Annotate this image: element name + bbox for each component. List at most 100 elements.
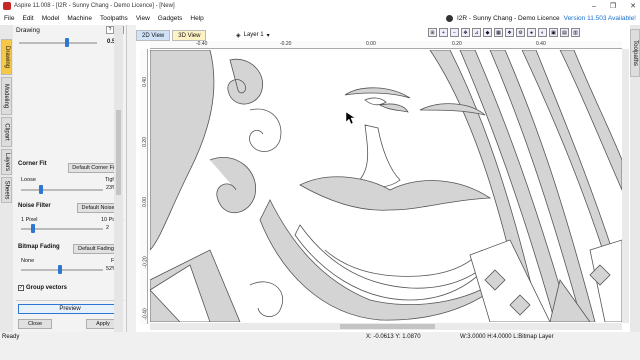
tab-drawing[interactable]: Drawing [1,39,12,75]
slider-track [19,42,97,44]
cursor-icon [345,111,356,125]
pan-icon[interactable]: ✥ [461,28,470,37]
corner-fit-title: Corner Fit [18,161,47,167]
tab-clipart[interactable]: Clipart [1,117,12,147]
ruler-h-tick: -0.40 [196,41,208,47]
h-scroll-thumb[interactable] [340,324,435,329]
horizontal-scrollbar[interactable] [150,323,622,330]
ruler-h-tick: 0.40 [536,41,546,47]
zoom-in-icon[interactable]: + [439,28,448,37]
view-toolbar: ⊞ + − ✥ ⊿ ◆ ▦ ❖ ⚙ ● ◐ ▣ ▤ ▥ [428,28,580,40]
fading-none-label: None [21,258,35,264]
fading-track [21,269,103,271]
vertical-scrollbar[interactable] [622,49,629,323]
ruler-v-tick: -0.20 [142,256,149,268]
layer-icon: ◈ [236,32,241,39]
menu-toolpaths[interactable]: Toolpaths [100,15,128,22]
close-button[interactable]: Close [18,319,52,329]
status-text: Ready [2,334,20,340]
threshold-slider[interactable]: 0.58 [19,38,119,48]
user-area: I2R - Sunny Chang - Demo Licence Version… [445,12,636,25]
help-icon[interactable]: ? [106,26,114,34]
layer-name: Layer 1 [243,32,264,38]
group-vectors-checkbox[interactable]: ✓ [18,285,24,291]
layers-icon[interactable]: ❖ [505,28,514,37]
view-tabs: 2D View 3D View [136,30,208,41]
user-name: I2R - Sunny Chang - Demo Licence [456,15,560,22]
window-title: Aspire 11.008 - [I2R - Sunny Chang - Dem… [14,3,175,9]
status-bar: Ready X: -0.0613 Y: 1.0870 W:3.0000 H:4.… [0,332,640,343]
tab-3d-view[interactable]: 3D View [172,30,207,41]
zoom-out-icon[interactable]: − [450,28,459,37]
menu-model[interactable]: Model [42,15,60,22]
user-icon [445,15,453,22]
noise-value: 2 [106,225,110,231]
default-fading-button[interactable]: Default Fading [73,244,119,254]
zoom-extents-icon[interactable]: ⊞ [428,28,437,37]
tab-sheets[interactable]: Sheets [1,177,12,203]
toolpath-icon[interactable]: ▣ [549,28,558,37]
default-corner-fit-button[interactable]: Default Corner Fit [68,163,120,173]
preview-button[interactable]: Preview [18,304,122,314]
bitmap-fading-title: Bitmap Fading [18,244,60,250]
ruler-v-tick: -0.40 [142,308,149,320]
cursor-coordinates: X: -0.0613 Y: 1.0870 [366,334,421,340]
right-tab-strip: Toolpaths [630,25,640,332]
ruler-h-tick: 0.00 [366,41,376,47]
panel-scroll-thumb[interactable] [116,110,121,195]
chevron-down-icon: ▾ [266,32,270,39]
tab-2d-view[interactable]: 2D View [136,30,171,41]
maximize-button[interactable]: ❐ [610,2,616,10]
drawing-panel: Drawing ? ▪ 0.58 Corner Fit Default Corn… [13,25,127,332]
group-vectors-row: ✓ Group vectors [18,285,67,291]
group-vectors-label: Group vectors [26,285,68,291]
menu-gadgets[interactable]: Gadgets [158,15,183,22]
panel-header: Drawing ? ▪ [13,25,126,36]
slider-thumb[interactable] [65,38,69,47]
corner-fit-loose-label: Loose [21,177,36,183]
noise-min-label: 1 Pixel [21,217,38,223]
measure-icon[interactable]: ⊿ [472,28,481,37]
tab-toolpaths[interactable]: Toolpaths [630,29,640,77]
minimize-button[interactable]: – [592,3,596,10]
default-noise-button[interactable]: Default Noise [77,203,119,213]
horizontal-ruler: -0.40 -0.20 0.00 0.20 0.40 [150,41,622,49]
layer-selector[interactable]: ◈ Layer 1 ▾ [236,30,270,40]
snap-icon[interactable]: ◆ [483,28,492,37]
panel-title: Drawing [16,27,40,34]
corner-fit-slider[interactable] [39,185,43,194]
menu-help[interactable]: Help [190,15,203,22]
menu-file[interactable]: File [4,15,14,22]
ruler-h-tick: 0.20 [452,41,462,47]
preview-icon[interactable]: ▥ [571,28,580,37]
corner-fit-track [21,189,103,191]
ruler-v-tick: 0.40 [141,77,148,87]
ruler-v-tick: 0.20 [141,137,148,147]
update-link[interactable]: Version 11.503 Available! [564,15,636,22]
window-controls: – ❐ ✕ [592,0,636,12]
settings-icon[interactable]: ⚙ [516,28,525,37]
ruler-v-tick: 0.00 [141,197,148,207]
aspire-logo-icon [3,2,11,10]
drawing-canvas[interactable] [150,50,622,322]
menu-edit[interactable]: Edit [22,15,33,22]
ruler-h-tick: -0.20 [280,41,292,47]
tab-modeling[interactable]: Modeling [1,77,12,115]
grid-icon[interactable]: ▦ [494,28,503,37]
noise-filter-title: Noise Filter [18,203,51,209]
close-window-button[interactable]: ✕ [630,2,636,10]
selection-info: W:3.0000 H:4.0000 L:Bitmap Layer [460,334,554,340]
menu-view[interactable]: View [136,15,150,22]
title-bar: Aspire 11.008 - [I2R - Sunny Chang - Dem… [0,0,640,12]
tab-layers[interactable]: Layers [1,149,12,175]
material-icon[interactable]: ▤ [560,28,569,37]
shade-icon[interactable]: ● [527,28,536,37]
panel-scrollbar[interactable] [114,25,123,332]
fading-slider[interactable] [58,265,62,274]
menu-machine[interactable]: Machine [67,15,92,22]
render-icon[interactable]: ◐ [538,28,547,37]
left-tab-strip: Drawing Modeling Clipart Layers Sheets [0,25,13,332]
noise-slider[interactable] [31,224,35,233]
divider [16,300,124,301]
vertical-ruler: 0.40 0.20 0.00 -0.20 -0.40 [140,49,149,324]
